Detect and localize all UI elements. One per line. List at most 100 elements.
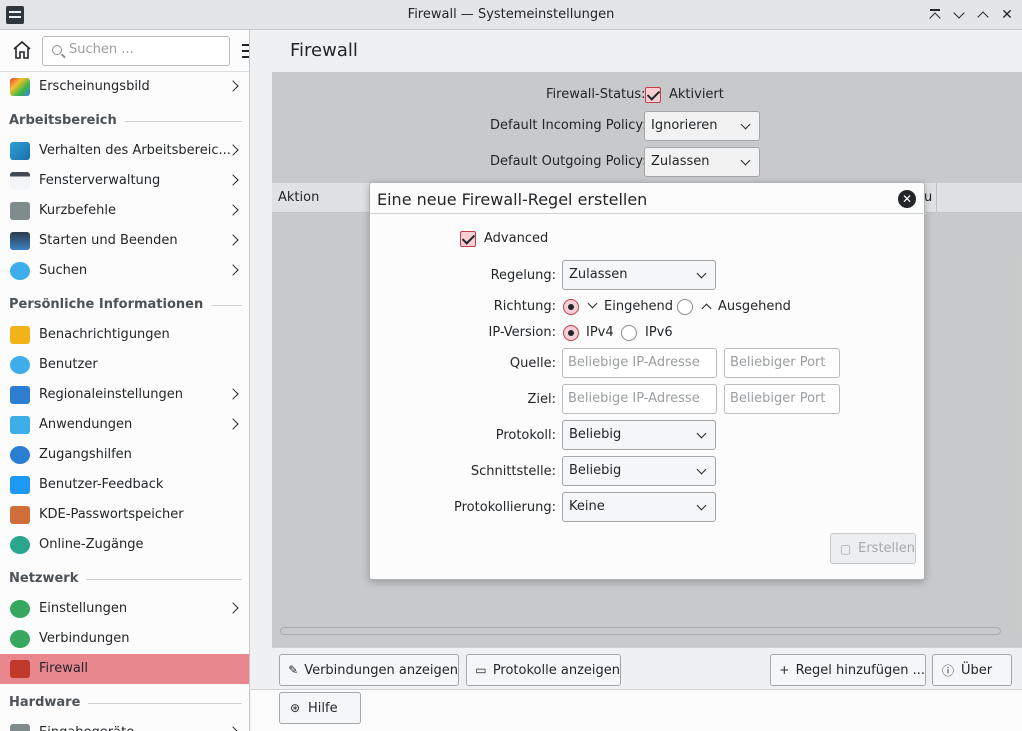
help-button[interactable]: ⊛ Hilfe <box>279 692 361 724</box>
sidebar-item-label: Fensterverwaltung <box>39 173 161 188</box>
logging-select[interactable]: Keine <box>562 492 716 522</box>
sidebar-item[interactable]: Benutzer-Feedback <box>0 470 249 500</box>
sidebar-item[interactable]: Einstellungen <box>0 594 249 624</box>
sidebar-item[interactable]: Suchen <box>0 256 249 286</box>
accessibility-icon <box>10 446 30 464</box>
sidebar-item-label: Anwendungen <box>39 417 133 432</box>
show-connections-button[interactable]: ✎ Verbindungen anzeigen <box>279 654 459 686</box>
apps-icon <box>10 416 30 434</box>
sidebar-item[interactable]: Anwendungen <box>0 410 249 440</box>
policy-select[interactable]: Zulassen <box>562 260 716 290</box>
interface-select[interactable]: Beliebig <box>562 456 716 486</box>
home-icon <box>13 40 31 59</box>
about-button[interactable]: ⓘ Über <box>932 654 1012 686</box>
logging-value: Keine <box>569 499 605 514</box>
pencil-icon: ✎ <box>288 663 299 677</box>
appearance-icon <box>10 78 30 96</box>
category-divider <box>88 703 242 704</box>
chevron-down-icon <box>696 500 707 511</box>
rules-horizontal-scrollbar[interactable] <box>280 627 1001 635</box>
search-icon <box>52 45 62 55</box>
firewall-status-value: Aktiviert <box>669 87 724 102</box>
sidebar-item[interactable]: Fensterverwaltung <box>0 166 249 196</box>
sidebar-item[interactable]: Verbindungen <box>0 624 249 654</box>
sidebar-item[interactable]: Erscheinungsbild <box>0 72 249 102</box>
protocol-label: Protokoll: <box>495 428 556 443</box>
source-label: Quelle: <box>509 356 556 371</box>
close-button[interactable]: ✕ <box>997 5 1017 25</box>
new-rule-dialog: Eine neue Firewall-Regel erstellen ✕ Adv… <box>369 182 926 580</box>
column-header-action[interactable]: Aktion <box>278 190 319 205</box>
sidebar-item[interactable]: Eingabegeräte <box>0 718 249 731</box>
chevron-down-icon <box>696 428 707 439</box>
sidebar-item[interactable]: Starten und Beenden <box>0 226 249 256</box>
dialog-close-button[interactable]: ✕ <box>898 190 916 208</box>
sidebar-item[interactable]: Benachrichtigungen <box>0 320 249 350</box>
minimize-button[interactable] <box>949 5 969 25</box>
online-accounts-icon <box>10 536 30 554</box>
sidebar-item[interactable]: Online-Zugänge <box>0 530 249 560</box>
source-ip-field[interactable] <box>562 348 717 378</box>
create-button[interactable]: ▢ Erstellen <box>830 533 916 564</box>
source-ip-input[interactable] <box>568 355 708 370</box>
protocol-select[interactable]: Beliebig <box>562 420 716 450</box>
column-header-partial[interactable]: u <box>924 190 932 205</box>
sidebar-item[interactable]: Regionaleinstellungen <box>0 380 249 410</box>
chevron-right-icon <box>227 726 239 731</box>
sidebar-item-label: Verhalten des Arbeitsbereic... <box>39 143 231 158</box>
outgoing-policy-select[interactable]: Zulassen <box>644 147 760 177</box>
search-field[interactable] <box>42 36 230 66</box>
incoming-policy-select[interactable]: Ignorieren <box>644 111 760 141</box>
sidebar-item[interactable]: Firewall <box>0 654 249 684</box>
sidebar-item[interactable]: Zugangshilfen <box>0 440 249 470</box>
sidebar-item[interactable]: Benutzer <box>0 350 249 380</box>
chevron-right-icon <box>227 418 239 430</box>
sidebar-category: Arbeitsbereich <box>9 113 117 128</box>
direction-in-radio[interactable] <box>563 299 579 315</box>
keep-above-button[interactable] <box>925 5 945 25</box>
ipv4-radio[interactable] <box>563 325 579 341</box>
main-header: Firewall <box>251 30 1022 72</box>
dest-ip-input[interactable] <box>568 391 708 406</box>
dest-port-field[interactable] <box>724 384 840 414</box>
dest-ip-field[interactable] <box>562 384 717 414</box>
hamburger-menu-button[interactable] <box>242 44 249 58</box>
sidebar-item[interactable]: KDE-Passwortspeicher <box>0 500 249 530</box>
dest-port-input[interactable] <box>730 391 835 406</box>
advanced-checkbox[interactable] <box>460 231 476 247</box>
interface-label: Schnittstelle: <box>470 464 556 479</box>
region-icon <box>10 386 30 404</box>
show-logs-button[interactable]: ▭ Protokolle anzeigen <box>466 654 621 686</box>
ipv6-radio[interactable] <box>621 325 637 341</box>
home-button[interactable] <box>10 38 34 62</box>
sidebar-item[interactable]: Kurzbefehle <box>0 196 249 226</box>
chevron-right-icon <box>227 602 239 614</box>
plus-icon: + <box>779 663 790 677</box>
sidebar-item[interactable]: Verhalten des Arbeitsbereic... <box>0 136 249 166</box>
direction-out-radio[interactable] <box>677 299 693 315</box>
category-divider <box>124 121 242 122</box>
incoming-policy-label: Default Incoming Policy: <box>490 118 647 133</box>
maximize-button[interactable] <box>973 5 993 25</box>
search-icon <box>10 262 30 280</box>
user-icon <box>10 356 30 374</box>
ipversion-label: IP-Version: <box>488 325 556 340</box>
direction-in-label: Eingehend <box>604 299 674 314</box>
sidebar-item-label: Benutzer <box>39 357 98 372</box>
search-input[interactable] <box>69 42 219 57</box>
sidebar-category: Netzwerk <box>9 571 79 586</box>
firewall-status-checkbox[interactable] <box>645 87 661 103</box>
add-rule-button[interactable]: + Regel hinzufügen ... <box>770 654 926 686</box>
logging-label: Protokollierung: <box>454 500 556 515</box>
sidebar-item-label: Firewall <box>39 661 89 676</box>
source-port-field[interactable] <box>724 348 840 378</box>
sidebar-item-label: Einstellungen <box>39 601 128 616</box>
close-icon: ✕ <box>901 192 913 206</box>
protocol-value: Beliebig <box>569 427 622 442</box>
source-port-input[interactable] <box>730 355 835 370</box>
outgoing-policy-label: Default Outgoing Policy: <box>490 154 647 169</box>
advanced-label: Advanced <box>484 231 549 246</box>
dialog-title: Eine neue Firewall-Regel erstellen <box>377 190 648 209</box>
arrow-up-icon <box>701 303 712 314</box>
incoming-policy-value: Ignorieren <box>651 118 718 133</box>
